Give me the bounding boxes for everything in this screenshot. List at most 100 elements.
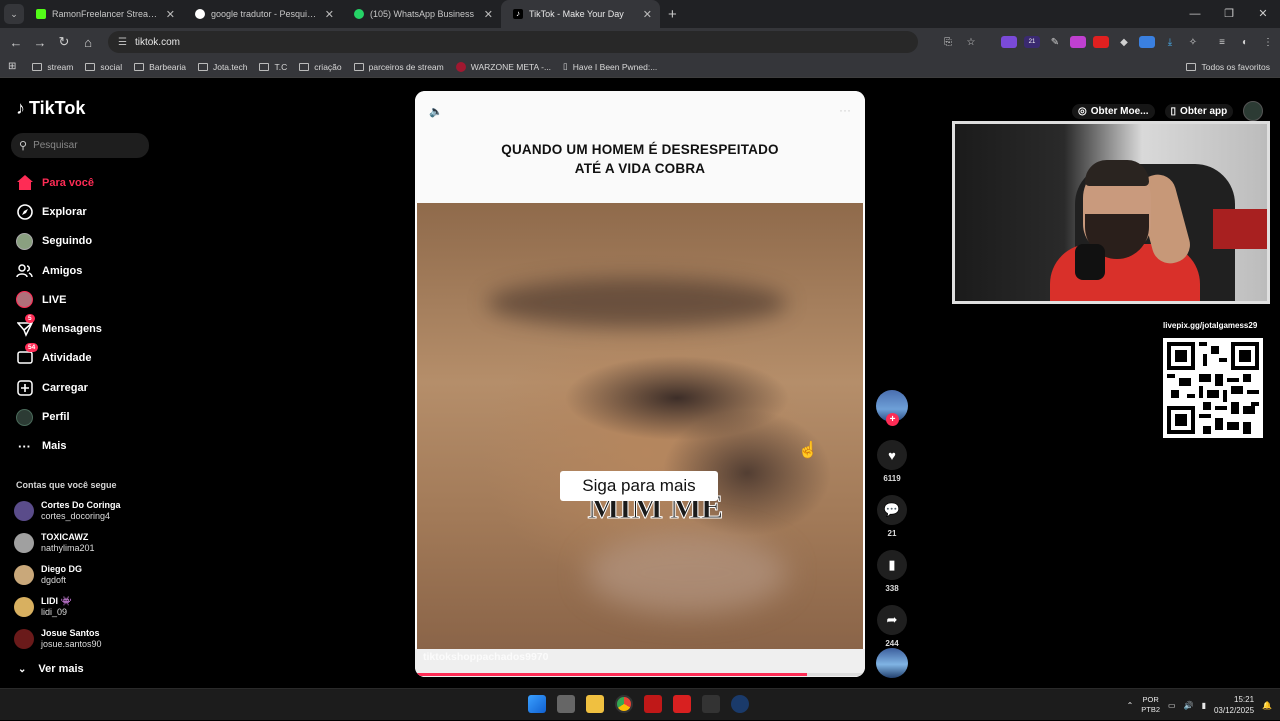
sidebar-item-messages[interactable]: 5 Mensagens xyxy=(16,313,102,343)
user-avatar[interactable] xyxy=(1243,101,1264,121)
heart-icon[interactable]: ♥ xyxy=(877,440,907,470)
close-tab-icon[interactable]: ✕ xyxy=(643,8,652,21)
close-window-icon[interactable]: ✕ xyxy=(1246,0,1280,28)
comment-action[interactable]: 💬 21 xyxy=(876,495,908,538)
translate-extension-icon[interactable] xyxy=(1139,36,1155,48)
battery-icon[interactable]: ▮ xyxy=(1202,701,1206,710)
chevron-up-icon[interactable]: ⌃ xyxy=(1127,701,1134,710)
bookmark-link[interactable]: ▯ Have I Been Pwned:... xyxy=(563,61,657,72)
site-info-icon[interactable]: ☰ xyxy=(118,37,127,48)
see-more-button[interactable]: ⌄ Ver mais xyxy=(18,663,84,675)
browser-tab-active[interactable]: ♪ TikTok - Make Your Day ✕ xyxy=(501,0,660,28)
creator-avatar[interactable]: + xyxy=(876,390,908,426)
notification-bell-icon[interactable]: 🔔 xyxy=(1262,701,1272,710)
apps-grid-icon[interactable]: ⊞ xyxy=(8,61,16,72)
profile-icon[interactable]: ◐ xyxy=(1237,37,1253,48)
close-tab-icon[interactable]: ✕ xyxy=(325,8,334,21)
more-icon: ··· xyxy=(18,438,31,454)
language-indicator[interactable]: POR PTB2 xyxy=(1141,695,1160,715)
video-progress-bar[interactable] xyxy=(415,673,865,676)
more-options-icon[interactable]: ··· xyxy=(839,103,851,117)
bookmark-folder[interactable]: parceiros de stream xyxy=(353,62,444,72)
close-tab-icon[interactable]: ✕ xyxy=(166,8,175,21)
sidebar-item-upload[interactable]: Carregar xyxy=(16,373,102,402)
home-icon[interactable]: ⌂ xyxy=(76,35,100,50)
tiktok-logo[interactable]: ♪ TikTok xyxy=(16,98,85,119)
follow-plus-icon[interactable]: + xyxy=(886,413,899,426)
sidebar-item-for-you[interactable]: Para você xyxy=(16,168,102,197)
install-app-icon[interactable]: ⎘ xyxy=(940,37,956,48)
comment-icon[interactable]: 💬 xyxy=(877,495,907,525)
extension-icon[interactable] xyxy=(1070,36,1086,48)
extension-icon[interactable]: ◆ xyxy=(1116,37,1132,48)
bookmark-folder[interactable]: T.C xyxy=(259,62,287,72)
video-player[interactable]: 🔈 ··· QUANDO UM HOMEM É DESRESPEITADO AT… xyxy=(415,91,865,677)
follow-for-more-button[interactable]: Siga para mais xyxy=(560,471,718,501)
browser-tab[interactable]: (105) WhatsApp Business ✕ xyxy=(342,0,501,28)
extension-badge-icon[interactable]: 21 xyxy=(1024,36,1040,48)
followed-account[interactable]: Josue Santos josue.santos90 xyxy=(14,628,102,650)
sidebar-item-profile[interactable]: Perfil xyxy=(16,402,102,431)
reload-icon[interactable]: ↻ xyxy=(52,34,76,50)
search-input[interactable] xyxy=(33,140,134,151)
windows-start-icon[interactable] xyxy=(528,695,546,713)
get-app-button[interactable]: ▯ Obter app xyxy=(1164,103,1234,119)
bookmark-link[interactable]: WARZONE META -... xyxy=(455,61,551,72)
followed-account[interactable]: TOXICAWZ nathylima201 xyxy=(14,532,95,554)
voicemeeter-icon[interactable] xyxy=(644,695,662,713)
new-tab-icon[interactable]: + xyxy=(668,6,677,23)
menu-icon[interactable]: ⋮ xyxy=(1260,37,1276,48)
save-action[interactable]: ▮ 338 xyxy=(876,550,908,593)
pen-extension-icon[interactable]: ✎ xyxy=(1047,37,1063,48)
clock[interactable]: 15:21 03/12/2025 xyxy=(1214,694,1254,716)
bookmark-folder[interactable]: Jota.tech xyxy=(197,62,247,72)
video-username[interactable]: tiktokshoppachados9970 xyxy=(423,651,548,663)
all-bookmarks[interactable]: Todos os favoritos xyxy=(1186,62,1270,72)
file-explorer-icon[interactable] xyxy=(586,695,604,713)
bookmark-folder[interactable]: social xyxy=(85,62,122,72)
volume-icon[interactable]: 🔈 xyxy=(429,105,443,118)
forward-icon[interactable]: → xyxy=(28,35,52,50)
share-icon[interactable]: ➦ xyxy=(877,605,907,635)
restore-icon[interactable]: ❐ xyxy=(1212,0,1246,28)
music-disc-icon[interactable] xyxy=(876,648,908,678)
minimize-icon[interactable]: — xyxy=(1178,0,1212,28)
followed-account[interactable]: LIDI 👾 lidi_09 xyxy=(14,596,72,618)
extension-icon[interactable] xyxy=(1001,36,1017,48)
network-icon[interactable]: ▭ xyxy=(1168,701,1176,710)
bookmark-folder[interactable]: Barbearia xyxy=(134,62,186,72)
browser-tab[interactable]: RamonFreelancer Stream - Wat ✕ xyxy=(24,0,183,28)
adobe-icon[interactable] xyxy=(673,695,691,713)
search-bar[interactable]: ⚲ xyxy=(11,133,149,158)
sidebar-item-live[interactable]: LIVE xyxy=(16,285,102,314)
steam-icon[interactable] xyxy=(731,695,749,713)
epic-games-icon[interactable] xyxy=(702,695,720,713)
share-action[interactable]: ➦ 244 xyxy=(876,605,908,648)
sidebar-item-following[interactable]: Seguindo xyxy=(16,227,102,256)
reading-list-icon[interactable]: ≡ xyxy=(1214,37,1230,48)
sidebar-item-more[interactable]: ··· Mais xyxy=(16,432,102,461)
sidebar-item-explore[interactable]: Explorar xyxy=(16,197,102,226)
followed-account[interactable]: Cortes Do Coringa cortes_docoring4 xyxy=(14,500,121,522)
followed-account[interactable]: Diego DG dgdoft xyxy=(14,564,82,586)
bookmark-star-icon[interactable]: ☆ xyxy=(963,37,979,48)
chrome-icon[interactable] xyxy=(615,695,633,713)
get-coins-button[interactable]: ◎ Obter Moe... xyxy=(1072,103,1155,119)
close-tab-icon[interactable]: ✕ xyxy=(484,8,493,21)
extensions-puzzle-icon[interactable]: ✧ xyxy=(1185,37,1201,48)
extension-icon[interactable] xyxy=(1093,36,1109,48)
address-bar[interactable]: ☰ tiktok.com xyxy=(108,31,918,53)
like-action[interactable]: ♥ 6119 xyxy=(876,440,908,483)
bookmark-icon[interactable]: ▮ xyxy=(877,550,907,580)
browser-tab[interactable]: google tradutor - Pesquisa Goo ✕ xyxy=(183,0,342,28)
tab-search-button[interactable]: ⌄ xyxy=(4,4,24,24)
task-view-icon[interactable] xyxy=(557,695,575,713)
sidebar-item-activity[interactable]: 54 Atividade xyxy=(16,342,102,373)
download-icon[interactable]: ⤓ xyxy=(1162,37,1178,48)
bookmark-folder[interactable]: stream xyxy=(32,62,73,72)
sidebar-item-friends[interactable]: Amigos xyxy=(16,256,102,285)
speaker-icon[interactable]: 🔊 xyxy=(1184,701,1194,710)
bookmark-folder[interactable]: criação xyxy=(299,62,342,72)
back-icon[interactable]: ← xyxy=(4,35,28,50)
streamer-webcam-overlay xyxy=(952,121,1270,304)
